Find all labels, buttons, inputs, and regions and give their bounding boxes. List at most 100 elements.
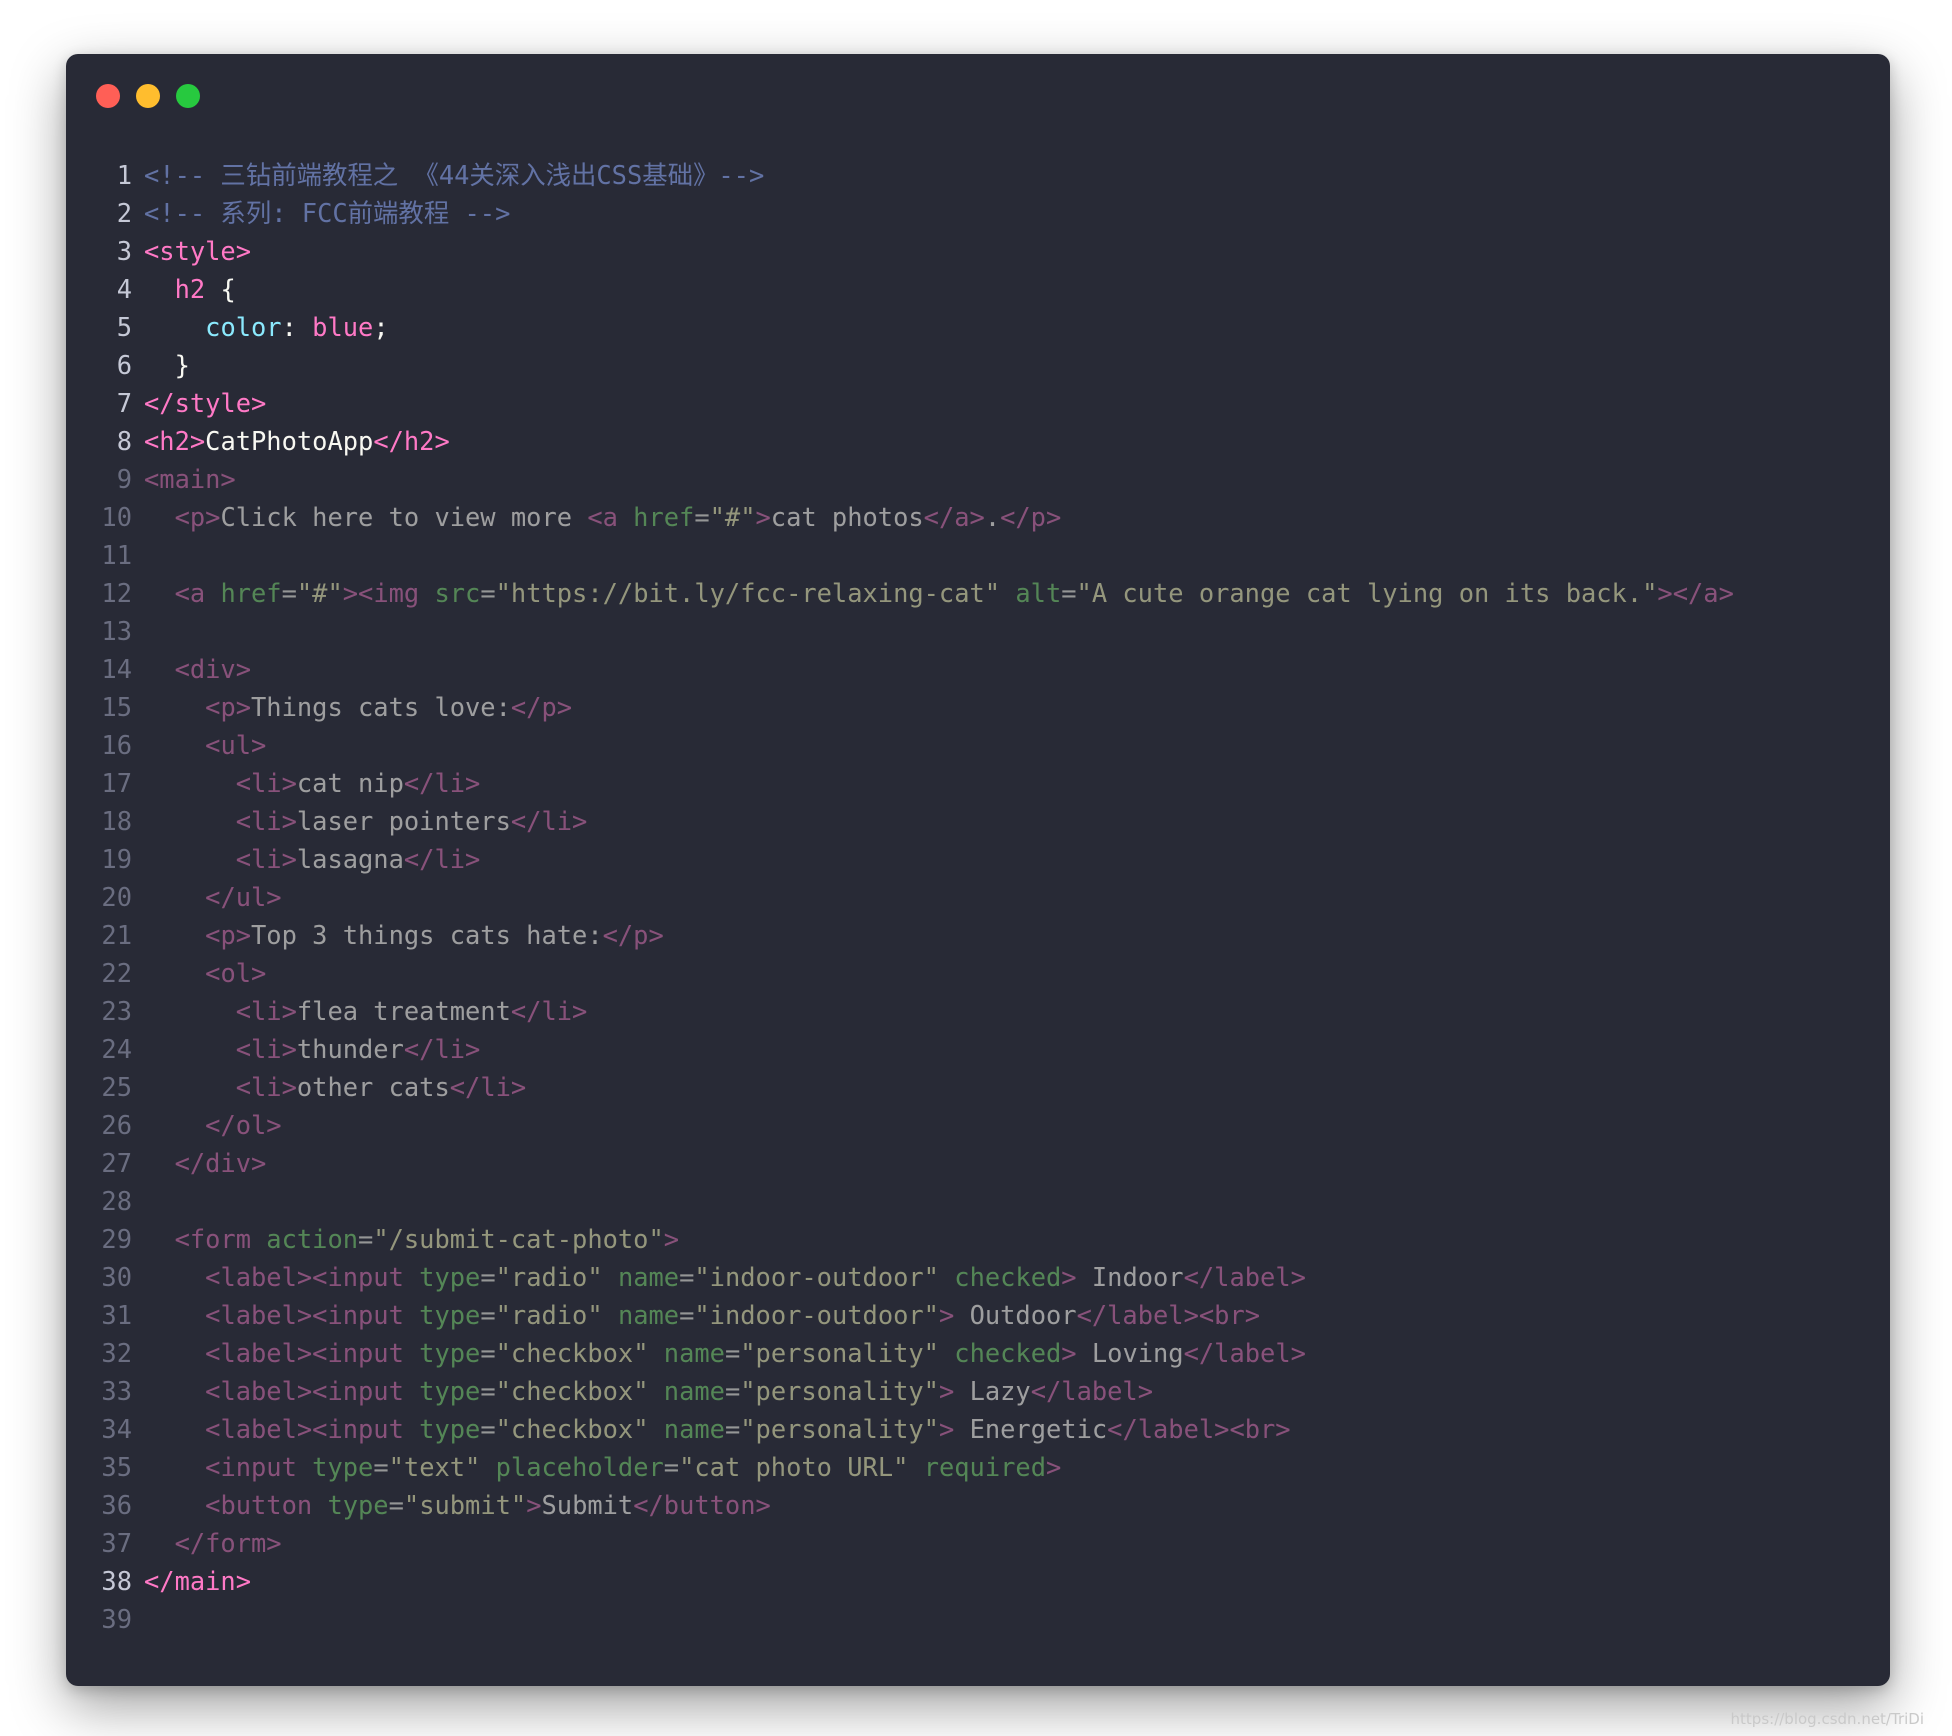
code-token-attr: type	[327, 1490, 389, 1520]
code-token-attr: checked	[954, 1262, 1062, 1292]
code-token-str: "#"	[296, 578, 343, 608]
code-line: 38 </main>	[66, 1562, 1890, 1600]
code-line-content: <li>laser pointers</li>	[144, 802, 1890, 840]
code-line: 25 <li>other cats</li>	[66, 1068, 1890, 1106]
code-token-text: flea treatment	[296, 996, 511, 1026]
line-number: 8	[116, 426, 132, 456]
code-line-content: </style>	[144, 384, 1890, 422]
code-token-str: "https://bit.ly/fcc-relaxing-cat"	[495, 578, 1001, 608]
code-line-content: <button type="submit">Submit</button>	[144, 1486, 1890, 1524]
code-line-content: <p>Things cats love:</p>	[144, 688, 1890, 726]
code-token-tag: </label>	[1183, 1338, 1306, 1368]
code-token-punct: =	[663, 1452, 680, 1482]
code-token-tag: <ul>	[205, 730, 267, 760]
code-token-tag: </p>	[602, 920, 664, 950]
code-window: 1 <!-- 三钻前端教程之 《44关深入浅出CSS基础》--> 2 <!-- 系列:…	[66, 54, 1890, 1686]
code-token-tag: </p>	[1000, 502, 1062, 532]
code-token-attr: name	[617, 1300, 680, 1330]
code-line: 11	[66, 536, 1890, 574]
code-line-content: </div>	[144, 1144, 1890, 1182]
code-line: 28	[66, 1182, 1890, 1220]
code-token-attr: src	[434, 578, 481, 608]
code-token-punct: =	[480, 1262, 496, 1292]
line-number: 16	[101, 730, 132, 760]
close-window-button[interactable]	[96, 84, 120, 108]
code-line: 23 <li>flea treatment</li>	[66, 992, 1890, 1030]
code-line-content: <ol>	[144, 954, 1890, 992]
code-token-tag: </li>	[510, 996, 588, 1026]
code-token-tag: <h2>	[144, 426, 206, 456]
line-number: 18	[101, 806, 132, 836]
zoom-window-button[interactable]	[176, 84, 200, 108]
code-token-attr: name	[663, 1376, 725, 1406]
code-token-punct: :	[281, 312, 313, 342]
line-number: 25	[101, 1072, 132, 1102]
code-line-content: <style>	[144, 232, 1890, 270]
code-token-tag: </a>	[923, 502, 985, 532]
code-token-text: Loving	[1076, 1338, 1184, 1368]
code-token-tag: </label><br>	[1107, 1414, 1291, 1444]
code-token-tag: <li>	[235, 844, 297, 874]
code-token-punct: =	[724, 1414, 741, 1444]
code-line: 13	[66, 612, 1890, 650]
code-line: 35 <input type="text" placeholder="cat p…	[66, 1448, 1890, 1486]
line-number: 15	[101, 692, 132, 722]
code-line-content: <label><input type="radio" name="indoor-…	[144, 1258, 1890, 1296]
code-line: 31 <label><input type="radio" name="indo…	[66, 1296, 1890, 1334]
code-line: 5 color: blue;	[66, 308, 1890, 346]
code-token-tag: <li>	[235, 806, 297, 836]
code-line-content: </ol>	[144, 1106, 1890, 1144]
line-number: 12	[101, 578, 132, 608]
code-line: 22 <ol>	[66, 954, 1890, 992]
code-token-punct: =	[281, 578, 297, 608]
code-token-tag: h2	[174, 274, 206, 304]
code-token-tag: <label><input	[205, 1338, 420, 1368]
code-token-tag: <button	[205, 1490, 328, 1520]
code-token-tag: </li>	[510, 806, 588, 836]
code-token-tag: <p>	[174, 502, 221, 532]
code-line-content: color: blue;	[144, 308, 1890, 346]
code-token-tag: <main>	[144, 464, 236, 494]
code-token-tag: >	[755, 502, 771, 532]
code-token-tag: <form	[174, 1224, 267, 1254]
code-token-str: "radio"	[495, 1262, 603, 1292]
code-line-content: </ul>	[144, 878, 1890, 916]
code-line: 16 <ul>	[66, 726, 1890, 764]
code-token-punct: =	[480, 1338, 496, 1368]
code-token-str: "indoor-outdoor"	[694, 1300, 939, 1330]
code-token-str: "#"	[709, 502, 756, 532]
minimize-window-button[interactable]	[136, 84, 160, 108]
line-number: 32	[101, 1338, 132, 1368]
code-token-tag: <label><input	[205, 1414, 420, 1444]
code-token-attr: name	[617, 1262, 680, 1292]
code-token-text: cat photos	[770, 502, 924, 532]
line-number: 5	[116, 312, 132, 342]
code-token-tag: <input	[205, 1452, 313, 1482]
code-line-content: <form action="/submit-cat-photo">	[144, 1220, 1890, 1258]
code-token-str: "text"	[388, 1452, 481, 1482]
window-controls	[96, 84, 200, 108]
line-number: 3	[116, 236, 132, 266]
code-line: 26 </ol>	[66, 1106, 1890, 1144]
code-token-punct: =	[480, 1300, 496, 1330]
code-token-attr: checked	[954, 1338, 1062, 1368]
line-number: 22	[101, 958, 132, 988]
line-number: 21	[101, 920, 132, 950]
code-token-tag: </ol>	[205, 1110, 282, 1140]
code-token-punct: =	[480, 1414, 496, 1444]
code-line: 33 <label><input type="checkbox" name="p…	[66, 1372, 1890, 1410]
line-number: 38	[101, 1566, 132, 1596]
code-token-text: Submit	[541, 1490, 634, 1520]
code-line-content: }	[144, 346, 1890, 384]
line-number: 6	[116, 350, 132, 380]
